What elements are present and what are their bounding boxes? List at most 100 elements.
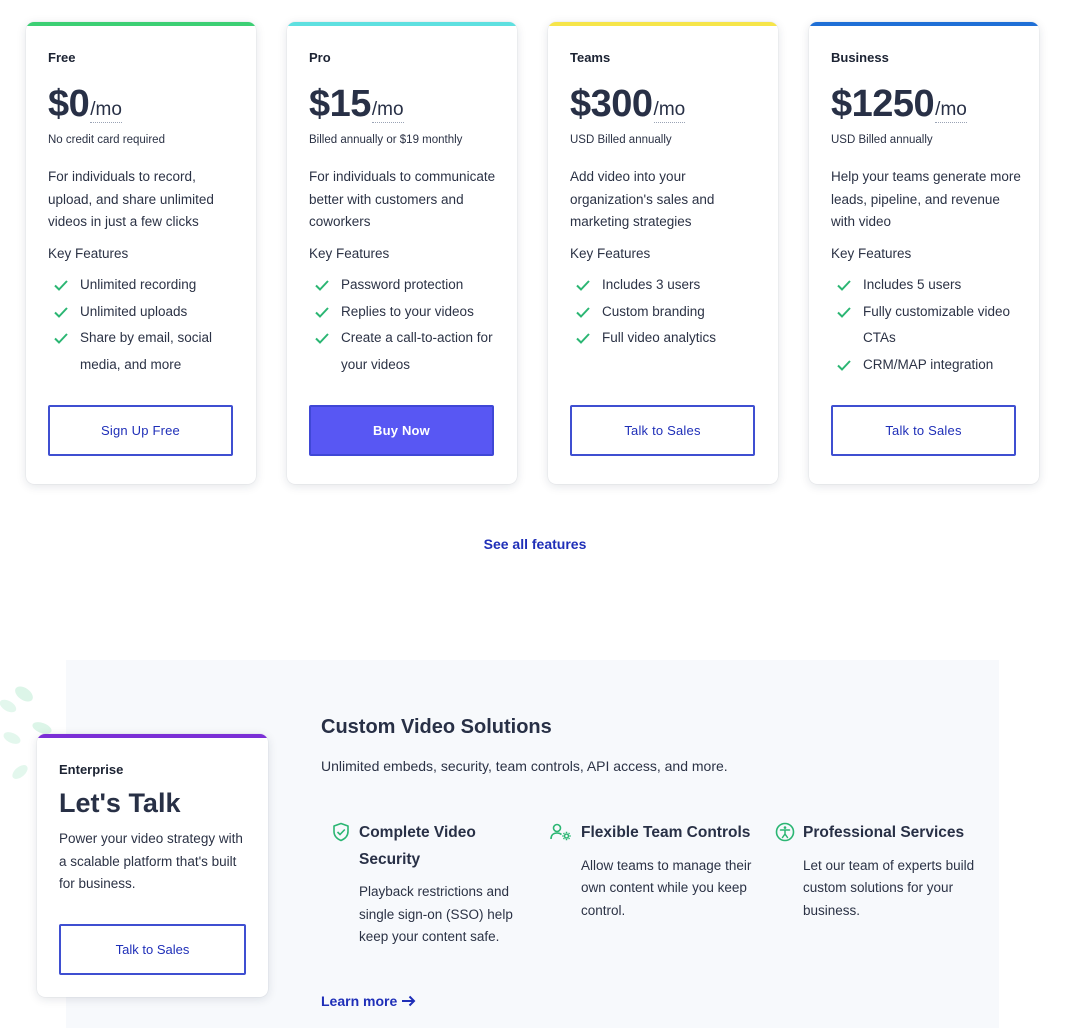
- feature-text: Custom branding: [602, 303, 705, 319]
- plan-card-teams: Teams $300 /mo USD Billed annually Add v…: [548, 22, 778, 484]
- feature-item: Fully customizable video CTAs: [831, 299, 1021, 352]
- feature-text: Create a call-to-action for your videos: [341, 330, 493, 372]
- plan-price: $0: [48, 83, 90, 125]
- key-features-label: Key Features: [570, 246, 651, 261]
- check-icon: [837, 280, 851, 291]
- check-icon: [315, 280, 329, 291]
- key-features-label: Key Features: [309, 246, 390, 261]
- see-all-features-row: See all features: [0, 536, 1070, 552]
- check-icon: [54, 280, 68, 291]
- billing-note: USD Billed annually: [831, 134, 933, 146]
- feature-text: Let our team of experts build custom sol…: [803, 857, 975, 918]
- feature-text: Includes 3 users: [602, 277, 701, 292]
- feature-professional-services: Professional Services Let our team of ex…: [775, 820, 983, 922]
- plan-description: Help your teams generate more leads, pip…: [831, 169, 1021, 229]
- see-all-features-link[interactable]: See all features: [484, 536, 587, 552]
- feature-title: Flexible Team Controls: [581, 824, 751, 841]
- price-row: $300 /mo: [570, 82, 760, 124]
- feature-text: Full video analytics: [602, 330, 717, 345]
- check-icon: [576, 280, 590, 291]
- feature-text: Share by email, social media, and more: [80, 330, 213, 372]
- check-icon: [576, 306, 590, 318]
- plan-accent-bar: [809, 22, 1039, 26]
- custom-solutions-title: Custom Video Solutions: [321, 716, 552, 738]
- price-period: /mo: [653, 98, 686, 123]
- feature-item: CRM/MAP integration: [831, 352, 1021, 379]
- feature-list: Includes 5 users Fully customizable vide…: [831, 272, 1021, 378]
- check-icon: [837, 306, 851, 318]
- plan-price: $1250: [831, 83, 935, 125]
- plan-accent-bar: [287, 22, 517, 26]
- enterprise-card: Enterprise Let's Talk Power your video s…: [37, 734, 268, 997]
- feature-item: Replies to your videos: [309, 299, 499, 326]
- plan-accent-bar: [26, 22, 256, 26]
- check-icon: [54, 306, 68, 318]
- enterprise-description: Power your video strategy with a scalabl…: [59, 831, 243, 891]
- plan-card-pro: Pro $15 /mo Billed annually or $19 month…: [287, 22, 517, 484]
- price-period: /mo: [90, 98, 122, 123]
- arrow-right-icon: [402, 995, 416, 1007]
- shield-check-icon: [333, 822, 349, 842]
- check-icon: [315, 306, 329, 318]
- plan-name: Teams: [570, 50, 611, 65]
- enterprise-label: Enterprise: [59, 762, 124, 777]
- check-icon: [54, 333, 68, 344]
- billing-note: No credit card required: [48, 134, 165, 146]
- price-row: $0 /mo: [48, 82, 238, 124]
- feature-text: Unlimited uploads: [80, 303, 188, 319]
- feature-item: Unlimited recording: [48, 272, 238, 299]
- feature-item: Includes 5 users: [831, 272, 1021, 299]
- price-period: /mo: [371, 98, 404, 123]
- plan-name: Free: [48, 50, 76, 65]
- feature-text: Password protection: [341, 277, 464, 292]
- feature-text: Allow teams to manage their own content …: [581, 857, 752, 918]
- plan-description: Add video into your organization's sales…: [570, 169, 715, 229]
- feature-item: Password protection: [309, 272, 499, 299]
- feature-text: Includes 5 users: [863, 277, 962, 292]
- buy-now-button[interactable]: Buy Now: [309, 405, 494, 456]
- talk-to-sales-button-teams[interactable]: Talk to Sales: [570, 405, 755, 456]
- feature-list: Password protection Replies to your vide…: [309, 272, 499, 378]
- learn-more-label: Learn more: [321, 993, 398, 1009]
- user-gear-icon: [550, 823, 571, 841]
- feature-item: Share by email, social media, and more: [48, 325, 238, 378]
- feature-item: Unlimited uploads: [48, 299, 238, 326]
- feature-text: Unlimited recording: [80, 277, 197, 292]
- sign-up-free-button[interactable]: Sign Up Free: [48, 405, 233, 456]
- feature-text: CRM/MAP integration: [863, 356, 994, 372]
- feature-text: Playback restrictions and single sign-on…: [359, 884, 513, 944]
- talk-to-sales-button-enterprise[interactable]: Talk to Sales: [59, 924, 246, 975]
- plan-description: For individuals to communicate better wi…: [309, 169, 496, 229]
- talk-to-sales-button-business[interactable]: Talk to Sales: [831, 405, 1016, 456]
- feature-list: Includes 3 users Custom branding Full vi…: [570, 272, 760, 352]
- feature-item: Custom branding: [570, 299, 760, 326]
- billing-note: USD Billed annually: [570, 134, 672, 146]
- learn-more-link[interactable]: Learn more: [321, 993, 416, 1009]
- feature-item: Full video analytics: [570, 325, 760, 352]
- feature-team-controls: Flexible Team Controls Allow teams to ma…: [550, 820, 761, 922]
- feature-item: Includes 3 users: [570, 272, 760, 299]
- plan-description: For individuals to record, upload, and s…: [48, 169, 214, 229]
- feature-list: Unlimited recording Unlimited uploads Sh…: [48, 272, 238, 378]
- feature-text: Replies to your videos: [341, 303, 474, 319]
- price-row: $15 /mo: [309, 82, 499, 124]
- price-period: /mo: [935, 98, 967, 123]
- plan-card-business: Business $1250 /mo USD Billed annually H…: [809, 22, 1039, 484]
- feature-item: Create a call-to-action for your videos: [309, 325, 499, 378]
- feature-title: Professional Services: [803, 824, 965, 841]
- enterprise-accent-bar: [37, 734, 268, 738]
- feature-text: Fully customizable video CTAs: [863, 303, 1011, 346]
- check-icon: [837, 359, 851, 371]
- custom-solutions-subtitle: Unlimited embeds, security, team control…: [321, 758, 728, 774]
- plan-name: Pro: [309, 50, 331, 65]
- check-icon: [315, 333, 329, 344]
- plan-price: $15: [309, 83, 371, 125]
- plan-accent-bar: [548, 22, 778, 26]
- feature-title: Complete Video Security: [359, 824, 476, 868]
- plan-card-free: Free $0 /mo No credit card required For …: [26, 22, 256, 484]
- plan-name: Business: [831, 50, 889, 65]
- check-icon: [576, 333, 590, 344]
- plan-price: $300: [570, 83, 653, 125]
- enterprise-title: Let's Talk: [59, 788, 181, 818]
- key-features-label: Key Features: [48, 246, 129, 261]
